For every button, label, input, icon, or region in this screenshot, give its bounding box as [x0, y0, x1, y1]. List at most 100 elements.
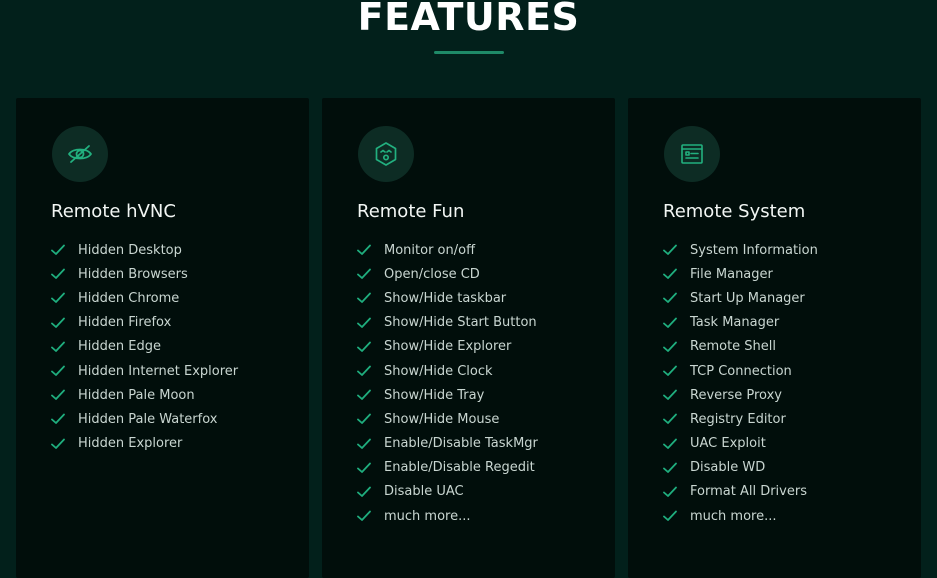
list-item-label: Reverse Proxy — [690, 387, 782, 403]
list-item-label: Hidden Internet Explorer — [78, 363, 239, 379]
title-underline — [434, 51, 504, 54]
check-icon — [663, 293, 677, 304]
check-icon — [663, 486, 677, 497]
list-item-label: Show/Hide Clock — [384, 363, 493, 379]
feature-card-hvnc: Remote hVNC Hidden Desktop Hidden Browse… — [16, 98, 309, 578]
check-icon — [663, 389, 677, 401]
check-icon — [51, 268, 65, 280]
check-icon — [663, 365, 677, 376]
list-item-label: Hidden Pale Waterfox — [78, 411, 218, 427]
list-item: Hidden Desktop — [51, 238, 238, 262]
list-item-label: Hidden Edge — [78, 339, 161, 355]
check-icon — [663, 462, 677, 473]
list-item-label: Hidden Desktop — [78, 242, 182, 258]
list-item-label: Show/Hide Tray — [384, 387, 485, 403]
list-item: much more... — [663, 504, 818, 528]
card-title: Remote Fun — [357, 201, 465, 222]
list-item-label: Task Manager — [690, 315, 780, 331]
list-item: Open/close CD — [357, 262, 538, 286]
list-item: System Information — [663, 238, 818, 262]
check-icon — [663, 510, 677, 522]
check-icon — [357, 438, 371, 449]
list-item: Hidden Pale Moon — [51, 383, 238, 407]
list-item-label: TCP Connection — [690, 363, 792, 379]
eye-slash-icon — [52, 126, 108, 182]
check-icon — [51, 365, 65, 376]
list-item: UAC Exploit — [663, 432, 818, 456]
list-item-label: Show/Hide Explorer — [384, 339, 512, 355]
list-item: Show/Hide Explorer — [357, 335, 538, 359]
check-icon — [357, 244, 371, 255]
check-icon — [357, 317, 371, 328]
list-item: Show/Hide Tray — [357, 383, 538, 407]
list-item-label: File Manager — [690, 266, 773, 282]
check-icon — [51, 317, 65, 328]
check-icon — [51, 438, 65, 449]
feature-list: System Information File Manager Start Up… — [663, 238, 818, 528]
list-item-label: Hidden Chrome — [78, 290, 180, 306]
list-item-label: UAC Exploit — [690, 436, 766, 452]
list-item: Enable/Disable Regedit — [357, 456, 538, 480]
list-item-label: Enable/Disable Regedit — [384, 460, 535, 476]
list-item: Registry Editor — [663, 407, 818, 431]
list-item-label: Disable UAC — [384, 484, 464, 500]
check-icon — [357, 462, 371, 473]
list-item: much more... — [357, 504, 538, 528]
check-icon — [51, 341, 65, 352]
check-icon — [663, 244, 677, 255]
list-item-label: Format All Drivers — [690, 484, 807, 500]
check-icon — [357, 293, 371, 304]
list-item-label: Show/Hide taskbar — [384, 290, 507, 306]
list-item: Disable UAC — [357, 480, 538, 504]
check-icon — [357, 389, 371, 401]
list-item-label: much more... — [384, 508, 471, 524]
list-item-label: Open/close CD — [384, 266, 480, 282]
check-icon — [663, 341, 677, 352]
list-item: Show/Hide Clock — [357, 359, 538, 383]
list-item-label: Hidden Explorer — [78, 436, 183, 452]
list-item: Show/Hide Start Button — [357, 311, 538, 335]
list-item-label: Enable/Disable TaskMgr — [384, 436, 538, 452]
list-item: Show/Hide Mouse — [357, 407, 538, 431]
check-icon — [357, 414, 371, 425]
feature-list: Hidden Desktop Hidden Browsers Hidden Ch… — [51, 238, 238, 456]
list-item: Hidden Browsers — [51, 262, 238, 286]
section-title: FEATURES — [357, 0, 580, 39]
list-item-label: much more... — [690, 508, 777, 524]
list-item-label: Registry Editor — [690, 411, 786, 427]
feature-card-fun: Remote Fun Monitor on/off Open/close CD … — [322, 98, 615, 578]
list-item-label: Hidden Pale Moon — [78, 387, 195, 403]
check-icon — [663, 268, 677, 280]
check-icon — [51, 293, 65, 304]
list-item: Start Up Manager — [663, 286, 818, 310]
list-item-label: System Information — [690, 242, 818, 258]
list-item-label: Hidden Firefox — [78, 315, 172, 331]
list-item: TCP Connection — [663, 359, 818, 383]
system-window-icon — [664, 126, 720, 182]
list-item: Show/Hide taskbar — [357, 286, 538, 310]
list-item-label: Start Up Manager — [690, 290, 805, 306]
list-item: Hidden Internet Explorer — [51, 359, 238, 383]
list-item: Hidden Pale Waterfox — [51, 407, 238, 431]
list-item: Hidden Edge — [51, 335, 238, 359]
features-grid: Remote hVNC Hidden Desktop Hidden Browse… — [16, 98, 921, 578]
check-icon — [51, 244, 65, 255]
list-item-label: Remote Shell — [690, 339, 777, 355]
list-item: Format All Drivers — [663, 480, 818, 504]
list-item: Remote Shell — [663, 335, 818, 359]
fun-face-icon — [358, 126, 414, 182]
list-item-label: Monitor on/off — [384, 242, 476, 258]
check-icon — [357, 365, 371, 376]
list-item: Hidden Chrome — [51, 286, 238, 310]
list-item-label: Show/Hide Mouse — [384, 411, 500, 427]
list-item: Enable/Disable TaskMgr — [357, 432, 538, 456]
check-icon — [357, 486, 371, 497]
check-icon — [663, 414, 677, 425]
check-icon — [51, 414, 65, 425]
list-item: Monitor on/off — [357, 238, 538, 262]
list-item: Hidden Firefox — [51, 311, 238, 335]
feature-card-system: Remote System System Information File Ma… — [628, 98, 921, 578]
card-title: Remote hVNC — [51, 201, 176, 222]
list-item-label: Hidden Browsers — [78, 266, 188, 282]
list-item: Disable WD — [663, 456, 818, 480]
